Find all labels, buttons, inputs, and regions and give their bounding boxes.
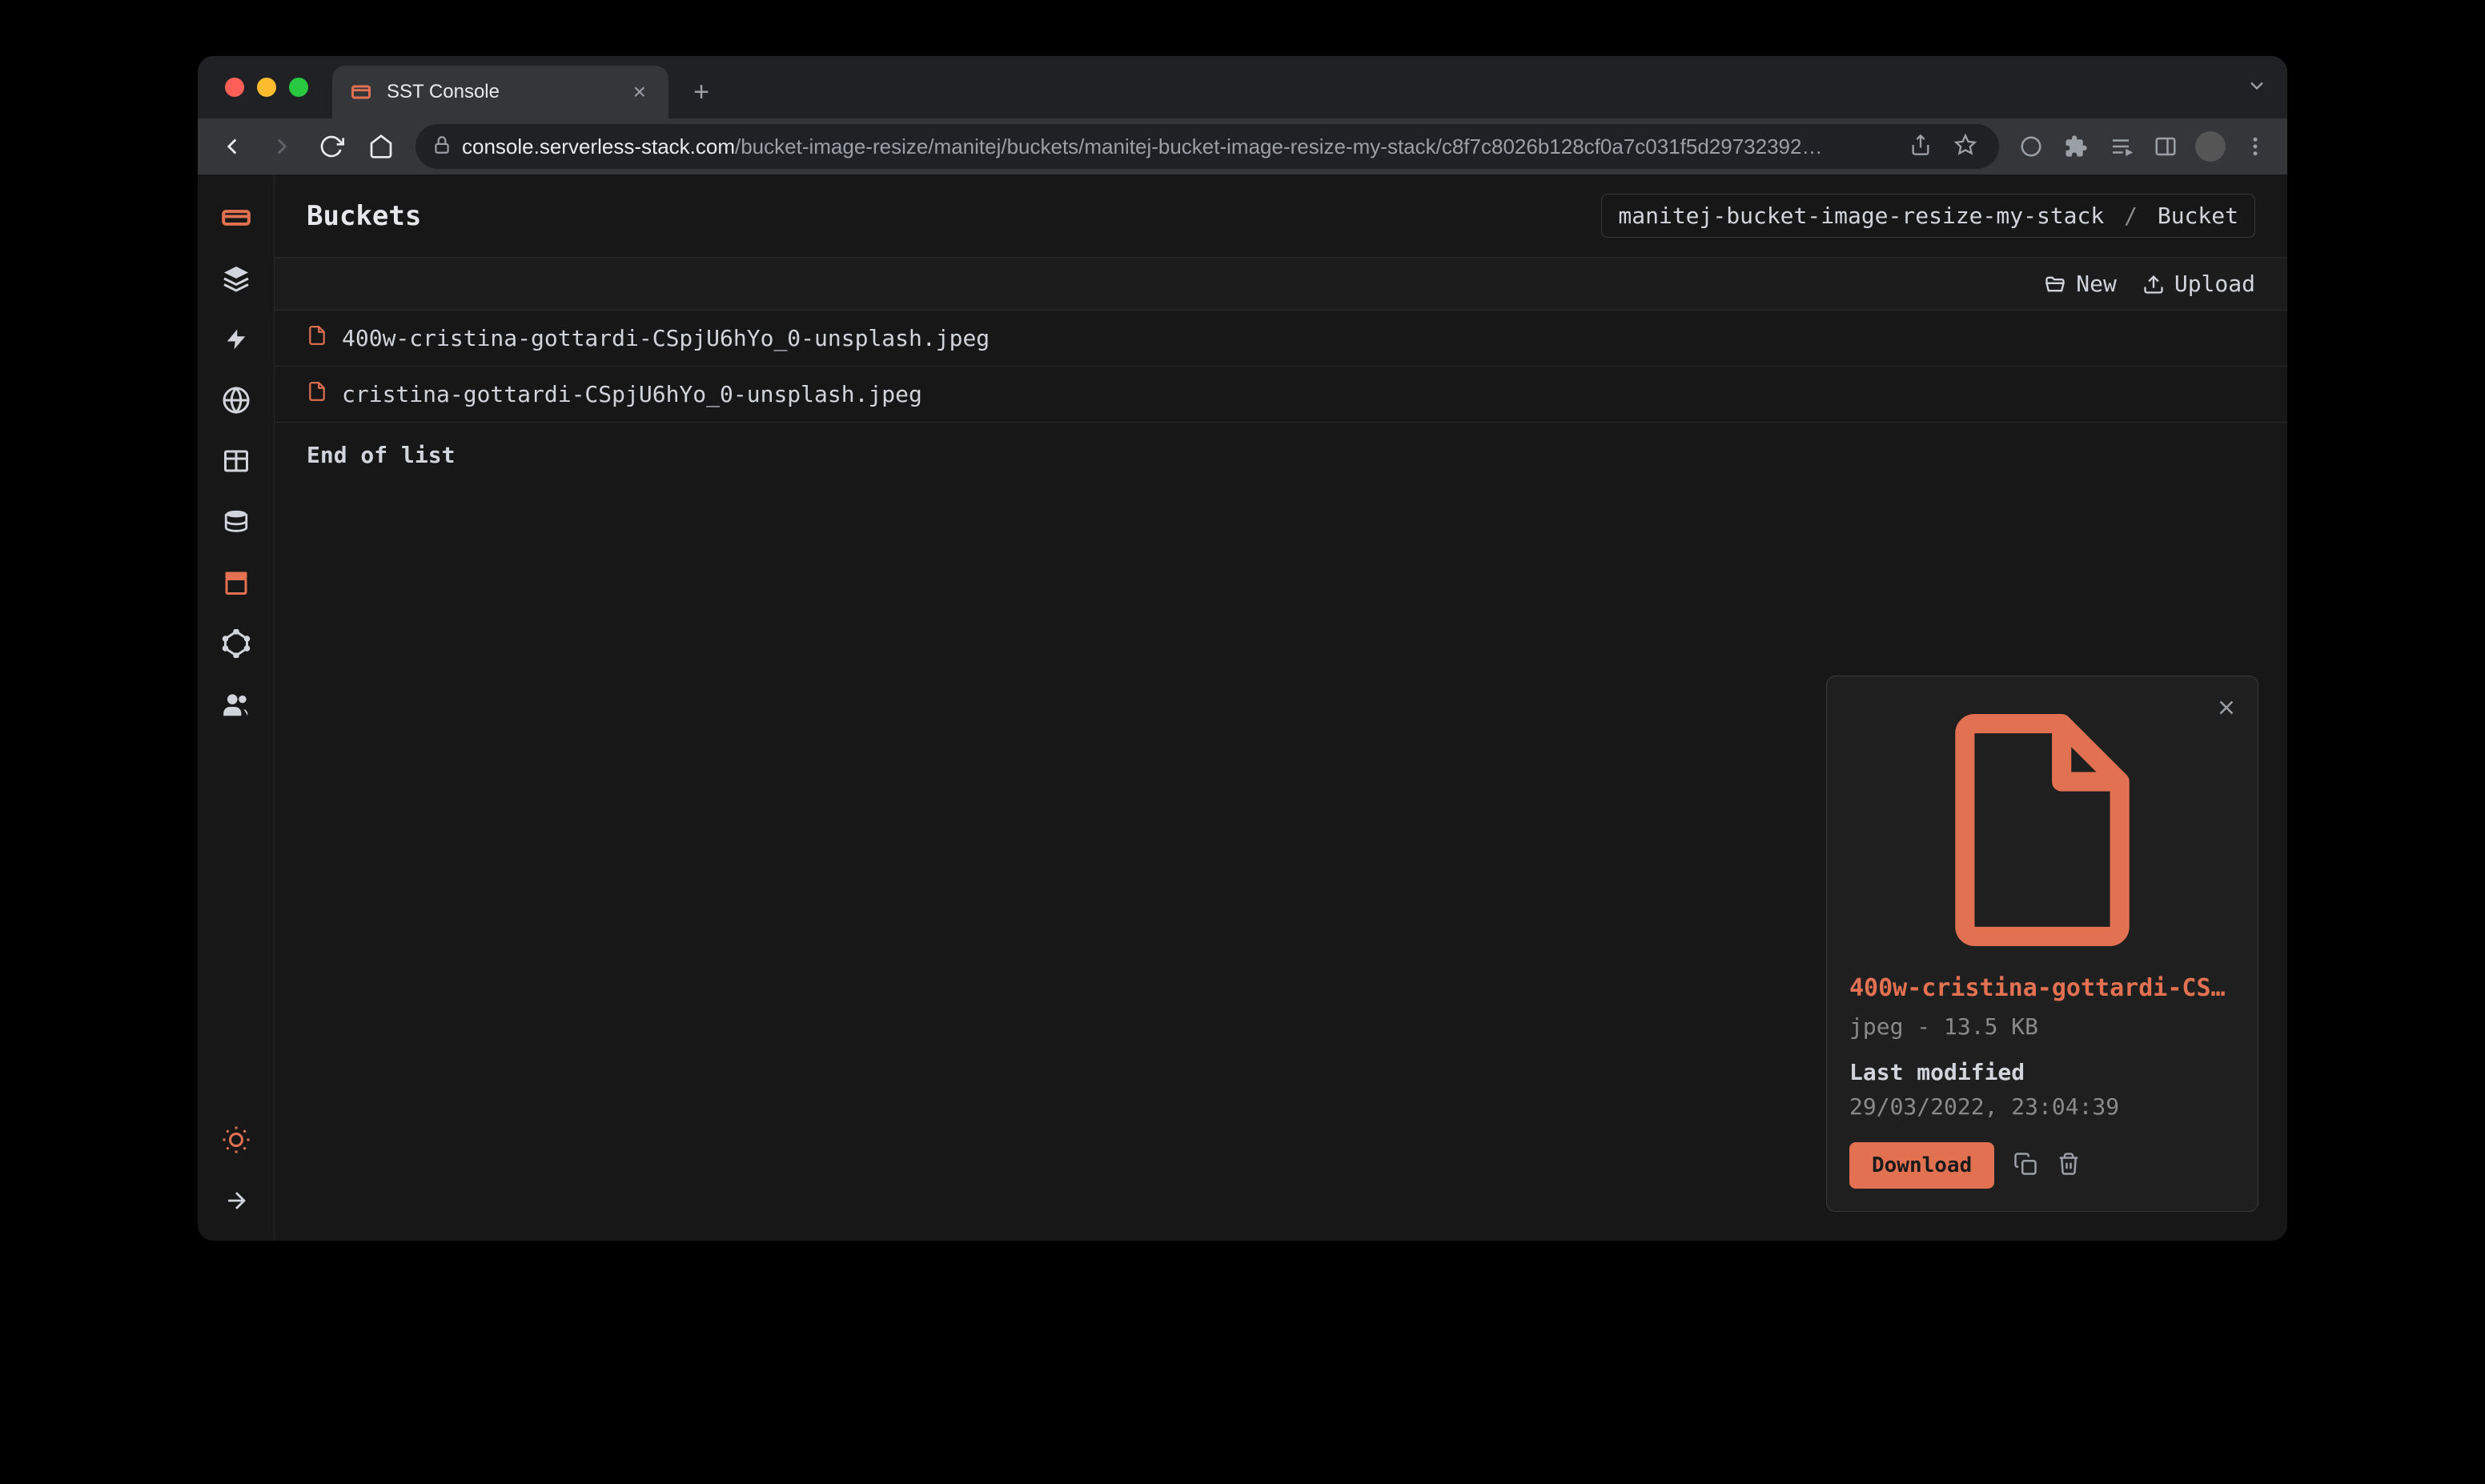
app-content: Buckets manitej-bucket-image-resize-my-s… bbox=[198, 174, 2287, 1241]
sidebar bbox=[198, 174, 275, 1241]
download-button[interactable]: Download bbox=[1849, 1142, 1994, 1189]
home-button[interactable] bbox=[359, 125, 403, 168]
chevron-down-icon[interactable] bbox=[2246, 74, 2268, 101]
browser-toolbar: console.serverless-stack.com/bucket-imag… bbox=[198, 118, 2287, 174]
breadcrumb[interactable]: manitej-bucket-image-resize-my-stack / B… bbox=[1601, 194, 2255, 238]
star-icon[interactable] bbox=[1948, 134, 1983, 160]
forward-button[interactable] bbox=[260, 125, 303, 168]
panel-icon[interactable] bbox=[2146, 127, 2185, 166]
window-maximize-button[interactable] bbox=[289, 78, 308, 97]
close-tab-icon[interactable]: × bbox=[633, 79, 646, 105]
sst-favicon bbox=[348, 79, 374, 105]
main-area: Buckets manitej-bucket-image-resize-my-s… bbox=[275, 174, 2287, 1241]
back-button[interactable] bbox=[211, 125, 254, 168]
copy-icon[interactable] bbox=[2013, 1152, 2037, 1179]
sidebar-item-functions[interactable] bbox=[209, 312, 263, 367]
file-name: cristina-gottardi-CSpjU6hYo_0-unsplash.j… bbox=[342, 381, 922, 407]
end-of-list: End of list bbox=[275, 423, 2287, 487]
detail-meta: jpeg - 13.5 KB bbox=[1849, 1013, 2235, 1040]
window-controls bbox=[211, 56, 323, 118]
browser-tab[interactable]: SST Console × bbox=[332, 66, 668, 118]
file-list: 400w-cristina-gottardi-CSpjU6hYo_0-unspl… bbox=[275, 311, 2287, 423]
breadcrumb-stack: manitej-bucket-image-resize-my-stack bbox=[1618, 203, 2104, 229]
sidebar-item-api[interactable] bbox=[209, 373, 263, 427]
sidebar-brand-icon[interactable] bbox=[209, 191, 263, 245]
window-close-button[interactable] bbox=[225, 78, 244, 97]
reload-button[interactable] bbox=[310, 125, 353, 168]
sidebar-collapse-toggle[interactable] bbox=[209, 1173, 263, 1228]
last-modified-value: 29/03/2022, 23:04:39 bbox=[1849, 1093, 2235, 1120]
breadcrumb-separator: / bbox=[2118, 203, 2144, 229]
sidebar-item-database[interactable] bbox=[209, 495, 263, 549]
tab-title: SST Console bbox=[387, 81, 620, 103]
profile-avatar[interactable] bbox=[2191, 127, 2230, 166]
file-thumbnail bbox=[1849, 699, 2235, 974]
sidebar-item-tables[interactable] bbox=[209, 434, 263, 488]
file-row[interactable]: cristina-gottardi-CSpjU6hYo_0-unsplash.j… bbox=[275, 367, 2287, 423]
sidebar-theme-toggle[interactable] bbox=[209, 1113, 263, 1167]
browser-window: SST Console × + console.serverless bbox=[198, 56, 2287, 1241]
sidebar-item-stacks[interactable] bbox=[209, 251, 263, 306]
detail-actions: Download bbox=[1849, 1142, 2235, 1189]
upload-button[interactable]: Upload bbox=[2142, 271, 2255, 297]
close-panel-button[interactable] bbox=[2214, 696, 2238, 723]
last-modified-label: Last modified bbox=[1849, 1059, 2235, 1085]
lock-icon bbox=[432, 134, 452, 159]
extensions-icon[interactable] bbox=[2057, 127, 2095, 166]
sidebar-item-users[interactable] bbox=[209, 677, 263, 732]
sidebar-item-buckets[interactable] bbox=[209, 555, 263, 610]
sidebar-item-graphql[interactable] bbox=[209, 616, 263, 671]
share-icon[interactable] bbox=[1903, 134, 1938, 160]
window-minimize-button[interactable] bbox=[257, 78, 276, 97]
url-text: console.serverless-stack.com/bucket-imag… bbox=[462, 134, 1893, 159]
trash-icon[interactable] bbox=[2057, 1152, 2081, 1179]
playlist-icon[interactable] bbox=[2102, 127, 2140, 166]
file-icon bbox=[307, 325, 327, 351]
page-header: Buckets manitej-bucket-image-resize-my-s… bbox=[275, 174, 2287, 257]
file-detail-panel: 400w-cristina-gottardi-CSp… jpeg - 13.5 … bbox=[1826, 676, 2258, 1212]
upload-icon bbox=[2142, 273, 2165, 295]
extension-icon-circle[interactable] bbox=[2012, 127, 2050, 166]
file-icon bbox=[307, 381, 327, 407]
address-bar[interactable]: console.serverless-stack.com/bucket-imag… bbox=[416, 124, 1999, 169]
folder-open-icon bbox=[2044, 273, 2066, 295]
file-name: 400w-cristina-gottardi-CSpjU6hYo_0-unspl… bbox=[342, 325, 990, 351]
new-tab-button[interactable]: + bbox=[681, 72, 721, 112]
file-row[interactable]: 400w-cristina-gottardi-CSpjU6hYo_0-unspl… bbox=[275, 311, 2287, 367]
toolbar: New Upload bbox=[275, 257, 2287, 311]
breadcrumb-resource: Bucket bbox=[2158, 203, 2238, 229]
menu-icon[interactable] bbox=[2236, 127, 2274, 166]
detail-filename: 400w-cristina-gottardi-CSp… bbox=[1849, 974, 2235, 1002]
browser-tab-bar: SST Console × + bbox=[198, 56, 2287, 118]
new-folder-button[interactable]: New bbox=[2044, 271, 2117, 297]
page-title: Buckets bbox=[307, 200, 421, 232]
